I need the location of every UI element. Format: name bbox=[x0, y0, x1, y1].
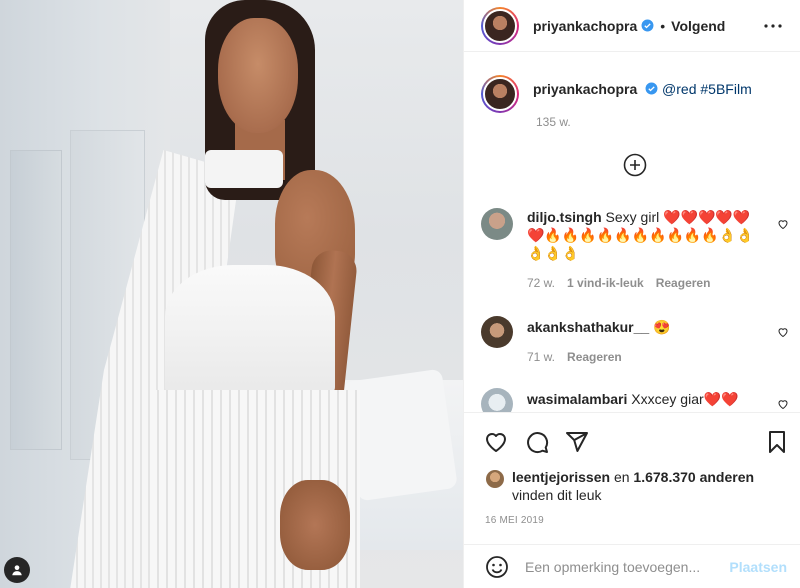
post-header: priyankachopra • Volgend bbox=[464, 0, 800, 52]
caption-author-username[interactable]: priyankachopra bbox=[533, 81, 637, 97]
post-date[interactable]: 16 MEI 2019 bbox=[485, 515, 544, 526]
author-username[interactable]: priyankachopra bbox=[533, 18, 637, 34]
separator-dot: • bbox=[660, 17, 666, 34]
emoji-icon[interactable] bbox=[485, 555, 509, 579]
verified-badge-icon bbox=[641, 19, 654, 32]
photo-background-door bbox=[10, 150, 62, 450]
save-bookmark-icon[interactable] bbox=[765, 430, 789, 454]
likes-count[interactable]: 1.678.370 bbox=[633, 469, 695, 485]
like-comment-heart-icon[interactable] bbox=[777, 326, 789, 338]
comment-timestamp[interactable]: 72 w. bbox=[527, 274, 555, 292]
comment-item: diljo.tsingh Sexy girl ❤️❤️❤️❤️❤️❤️🔥🔥🔥🔥🔥… bbox=[481, 208, 800, 292]
post-comment-button[interactable]: Plaatsen bbox=[729, 559, 787, 575]
comment-timestamp[interactable]: 71 w. bbox=[527, 348, 555, 366]
post-caption: priyankachopra @red #5BFilm bbox=[481, 75, 752, 113]
commenter-avatar[interactable] bbox=[481, 388, 513, 412]
likes-summary: leentjejorissen en 1.678.370 anderen vin… bbox=[486, 468, 754, 504]
comment-text: Xxxcey giar❤️❤️ bbox=[631, 391, 739, 407]
comment-item: wasimalambari Xxxcey giar❤️❤️ bbox=[481, 388, 800, 412]
likes-connector: en bbox=[613, 469, 630, 485]
reply-button[interactable]: Reageren bbox=[567, 348, 622, 366]
commenter-username[interactable]: akankshathakur__ bbox=[527, 319, 649, 335]
commenter-avatar[interactable] bbox=[481, 316, 513, 348]
commenter-avatar[interactable] bbox=[481, 208, 513, 240]
tagged-users-icon[interactable] bbox=[4, 557, 30, 583]
photo-dress-choker bbox=[205, 150, 283, 188]
more-options-icon[interactable] bbox=[763, 16, 783, 36]
post-photo[interactable] bbox=[0, 0, 463, 588]
load-more-comments-icon[interactable] bbox=[623, 153, 647, 177]
reply-button[interactable]: Reageren bbox=[656, 274, 711, 292]
photo-dress-bodice bbox=[165, 265, 335, 395]
like-comment-heart-icon[interactable] bbox=[777, 398, 789, 410]
likes-suffix: vinden dit leuk bbox=[512, 487, 602, 503]
liker-username[interactable]: leentjejorissen bbox=[512, 469, 610, 485]
comments-list[interactable]: priyankachopra @red #5BFilm 135 w. diljo… bbox=[464, 53, 800, 412]
likes-others[interactable]: anderen bbox=[700, 469, 754, 485]
add-comment-bar: Plaatsen bbox=[464, 544, 800, 588]
post-action-bar bbox=[464, 412, 800, 470]
commenter-username[interactable]: wasimalambari bbox=[527, 391, 627, 407]
comment-text: 😍 bbox=[653, 319, 671, 335]
like-comment-heart-icon[interactable] bbox=[777, 218, 789, 230]
comment-bubble-icon[interactable] bbox=[525, 430, 549, 454]
post-side-panel: priyankachopra • Volgend priyankachopra … bbox=[463, 0, 800, 588]
photo-face bbox=[218, 18, 298, 133]
share-paper-plane-icon[interactable] bbox=[565, 430, 589, 454]
verified-badge-icon bbox=[645, 82, 658, 95]
caption-timestamp[interactable]: 135 w. bbox=[536, 115, 571, 129]
liker-avatar[interactable] bbox=[486, 470, 504, 488]
caption-mention-link[interactable]: @red bbox=[662, 81, 696, 97]
like-heart-icon[interactable] bbox=[484, 430, 508, 454]
comment-item: akankshathakur__ 😍 71 w. Reageren bbox=[481, 316, 800, 366]
commenter-username[interactable]: diljo.tsingh bbox=[527, 209, 602, 225]
follow-status-button[interactable]: Volgend bbox=[671, 18, 725, 34]
comment-likes-count[interactable]: 1 vind-ik-leuk bbox=[567, 274, 644, 292]
caption-author-avatar[interactable] bbox=[481, 75, 519, 113]
author-avatar[interactable] bbox=[481, 6, 519, 45]
photo-hands bbox=[280, 480, 350, 570]
caption-hashtag-link[interactable]: #5BFilm bbox=[700, 81, 751, 97]
comment-input[interactable] bbox=[525, 558, 725, 575]
